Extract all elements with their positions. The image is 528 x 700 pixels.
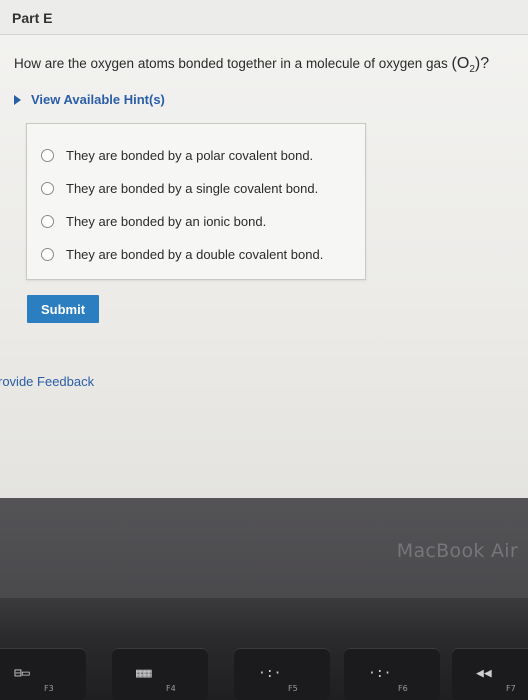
key-f3: ⊟▭ F3	[0, 648, 86, 700]
key-label: F7	[506, 684, 516, 693]
key-label: F6	[398, 684, 408, 693]
option-single-covalent[interactable]: They are bonded by a single covalent bon…	[41, 181, 318, 196]
rewind-icon: ◀◀	[476, 666, 492, 681]
radio-button[interactable]	[41, 182, 54, 195]
key-f7: ◀◀ F7	[452, 648, 528, 700]
answer-options: They are bonded by a polar covalent bond…	[26, 123, 366, 280]
key-label: F4	[166, 684, 176, 693]
submit-button[interactable]: Submit	[27, 295, 99, 323]
keyboard-light-down-icon: ·:·	[258, 666, 282, 681]
mission-control-icon: ⊟▭	[14, 666, 30, 681]
laptop-bezel: MacBook Air	[0, 498, 528, 598]
launchpad-icon: ▦▦	[136, 666, 152, 681]
key-f5: ·:· F5	[234, 648, 330, 700]
part-title: Part E	[12, 10, 53, 26]
radio-button[interactable]	[41, 248, 54, 261]
question-text: How are the oxygen atoms bonded together…	[14, 55, 489, 75]
option-double-covalent[interactable]: They are bonded by a double covalent bon…	[41, 247, 323, 262]
formula-open: (O	[451, 55, 470, 72]
keyboard-light-up-icon: ·:·	[368, 666, 392, 681]
option-label: They are bonded by a polar covalent bond…	[66, 148, 314, 163]
formula-close: )?	[474, 55, 490, 72]
option-label: They are bonded by an ionic bond.	[66, 214, 267, 229]
option-polar-covalent[interactable]: They are bonded by a polar covalent bond…	[41, 148, 313, 163]
question-body: How are the oxygen atoms bonded together…	[14, 56, 448, 71]
browser-screen: Part E How are the oxygen atoms bonded t…	[0, 0, 528, 498]
key-f6: ·:· F6	[344, 648, 440, 700]
option-ionic[interactable]: They are bonded by an ionic bond.	[41, 214, 266, 229]
option-label: They are bonded by a single covalent bon…	[66, 181, 319, 196]
key-label: F5	[288, 684, 298, 693]
laptop-keyboard: ⊟▭ F3 ▦▦ F4 ·:· F5 ·:· F6 ◀◀ F7	[0, 598, 528, 700]
part-header: Part E	[0, 0, 528, 35]
expand-triangle-icon	[14, 94, 21, 105]
provide-feedback-link[interactable]: rovide Feedback	[0, 374, 94, 389]
key-f4: ▦▦ F4	[112, 648, 208, 700]
key-label: F3	[44, 684, 54, 693]
option-label: They are bonded by a double covalent bon…	[66, 247, 324, 262]
formula: (O2)?	[451, 55, 490, 75]
view-hints-link[interactable]: View Available Hint(s)	[14, 92, 165, 107]
radio-button[interactable]	[41, 215, 54, 228]
radio-button[interactable]	[41, 149, 54, 162]
view-hints-label: View Available Hint(s)	[31, 92, 165, 107]
laptop-brand-label: MacBook Air	[396, 540, 518, 562]
